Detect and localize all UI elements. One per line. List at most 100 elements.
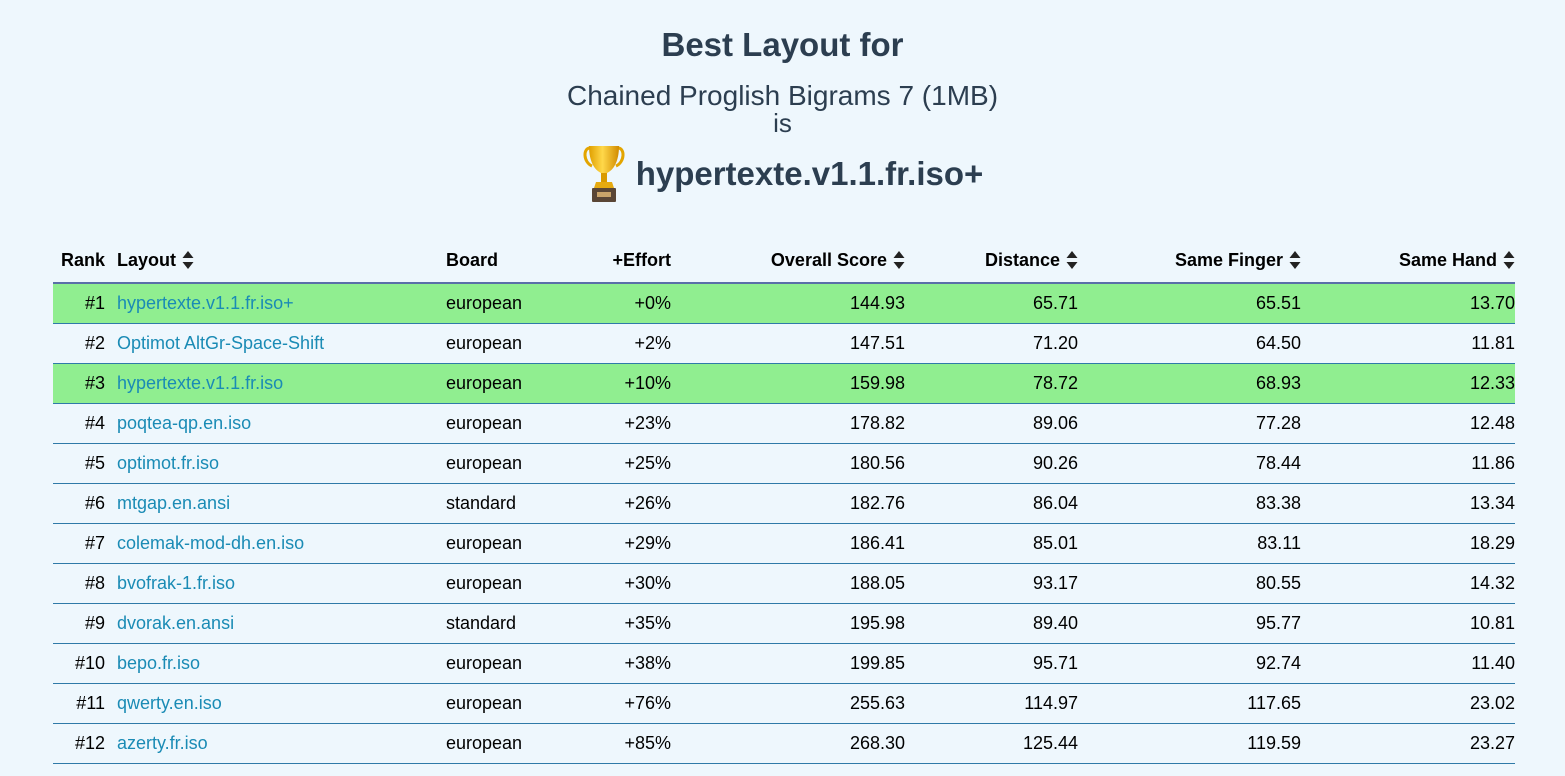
same-hand-cell: 11.86 <box>1301 443 1515 484</box>
same-finger-cell: 117.65 <box>1078 683 1301 724</box>
distance-cell: 89.40 <box>905 603 1078 644</box>
same-hand-cell: 23.27 <box>1301 723 1515 764</box>
layout-link[interactable]: bvofrak-1.fr.iso <box>117 573 235 593</box>
gap-cell <box>105 403 117 444</box>
gap-cell <box>105 523 117 564</box>
same-hand-cell: 12.33 <box>1301 363 1515 404</box>
rank-cell: #6 <box>53 483 105 524</box>
layout-link[interactable]: hypertexte.v1.1.fr.iso+ <box>117 293 294 313</box>
same-hand-cell: 13.34 <box>1301 483 1515 524</box>
board-cell: european <box>446 643 556 684</box>
layout-link[interactable]: azerty.fr.iso <box>117 733 208 753</box>
effort-cell: +30% <box>556 563 671 604</box>
layout-link[interactable]: optimot.fr.iso <box>117 453 219 473</box>
distance-cell: 93.17 <box>905 563 1078 604</box>
layout-cell: hypertexte.v1.1.fr.iso <box>117 363 446 404</box>
table-row: #4 poqtea-qp.en.iso european +23% 178.82 89.0… <box>53 403 1515 444</box>
layout-cell: qwerty.en.iso <box>117 683 446 724</box>
winner-layout-name: hypertexte.v1.1.fr.iso+ <box>635 155 984 192</box>
same-hand-cell: 18.29 <box>1301 523 1515 564</box>
table-row: #7 colemak-mod-dh.en.iso european +29% 186.4… <box>53 523 1515 564</box>
board-cell: european <box>446 523 556 564</box>
board-cell: european <box>446 443 556 484</box>
layout-link[interactable]: colemak-mod-dh.en.iso <box>117 533 304 553</box>
effort-cell: +85% <box>556 723 671 764</box>
column-header-same-finger[interactable]: Same Finger <box>1078 238 1301 284</box>
gap-cell <box>105 563 117 604</box>
sort-updown-icon[interactable] <box>893 250 905 270</box>
overall-score-cell: 182.76 <box>671 483 905 524</box>
layout-link[interactable]: hypertexte.v1.1.fr.iso <box>117 373 283 393</box>
board-cell: european <box>446 683 556 724</box>
column-header-effort: +Effort <box>556 238 671 284</box>
board-cell: european <box>446 283 556 324</box>
same-finger-cell: 65.51 <box>1078 283 1301 324</box>
overall-score-cell: 188.05 <box>671 563 905 604</box>
column-gap <box>105 238 117 284</box>
column-header-layout[interactable]: Layout <box>117 238 446 284</box>
overall-score-cell: 195.98 <box>671 603 905 644</box>
layout-cell: poqtea-qp.en.iso <box>117 403 446 444</box>
table-row: #8 bvofrak-1.fr.iso european +30% 188.05 93.1… <box>53 563 1515 604</box>
effort-cell: +0% <box>556 283 671 324</box>
overall-score-cell: 186.41 <box>671 523 905 564</box>
same-finger-cell: 83.38 <box>1078 483 1301 524</box>
table-row: #10 bepo.fr.iso european +38% 199.85 95.71 92.… <box>53 643 1515 684</box>
layout-link[interactable]: dvorak.en.ansi <box>117 613 234 633</box>
same-hand-cell: 11.81 <box>1301 323 1515 364</box>
sort-updown-icon[interactable] <box>1289 250 1301 270</box>
same-finger-cell: 78.44 <box>1078 443 1301 484</box>
same-hand-cell: 11.40 <box>1301 643 1515 684</box>
same-finger-cell: 64.50 <box>1078 323 1301 364</box>
layout-cell: azerty.fr.iso <box>117 723 446 764</box>
same-finger-cell: 68.93 <box>1078 363 1301 404</box>
layout-link[interactable]: bepo.fr.iso <box>117 653 200 673</box>
column-header-overall-score-label: Overall Score <box>770 249 887 270</box>
effort-cell: +38% <box>556 643 671 684</box>
gap-cell <box>105 323 117 364</box>
column-header-distance[interactable]: Distance <box>905 238 1078 284</box>
overall-score-cell: 178.82 <box>671 403 905 444</box>
overall-score-cell: 147.51 <box>671 323 905 364</box>
board-cell: european <box>446 563 556 604</box>
layout-cell: bepo.fr.iso <box>117 643 446 684</box>
column-header-same-hand[interactable]: Same Hand <box>1301 238 1515 284</box>
same-finger-cell: 92.74 <box>1078 643 1301 684</box>
rank-cell: #2 <box>53 323 105 364</box>
rank-cell: #10 <box>53 643 105 684</box>
distance-cell: 65.71 <box>905 283 1078 324</box>
board-cell: european <box>446 323 556 364</box>
sort-updown-icon[interactable] <box>1503 250 1515 270</box>
table-row: #11 qwerty.en.iso european +76% 255.63 114.97… <box>53 683 1515 724</box>
same-hand-cell: 10.81 <box>1301 603 1515 644</box>
same-finger-cell: 83.11 <box>1078 523 1301 564</box>
sort-updown-icon[interactable] <box>182 250 194 270</box>
overall-score-cell: 255.63 <box>671 683 905 724</box>
layout-link[interactable]: Optimot AltGr-Space-Shift <box>117 333 324 353</box>
layout-link[interactable]: qwerty.en.iso <box>117 693 222 713</box>
connector-text: is <box>773 108 792 138</box>
column-header-overall-score[interactable]: Overall Score <box>671 238 905 284</box>
gap-cell <box>105 283 117 324</box>
column-header-board: Board <box>446 238 556 284</box>
board-cell: standard <box>446 603 556 644</box>
effort-cell: +23% <box>556 403 671 444</box>
layout-cell: bvofrak-1.fr.iso <box>117 563 446 604</box>
table-header: Rank Layout Board +Effort Overall Score … <box>53 238 1515 284</box>
distance-cell: 125.44 <box>905 723 1078 764</box>
layout-cell: optimot.fr.iso <box>117 443 446 484</box>
rank-cell: #3 <box>53 363 105 404</box>
effort-cell: +26% <box>556 483 671 524</box>
same-finger-cell: 77.28 <box>1078 403 1301 444</box>
rank-cell: #7 <box>53 523 105 564</box>
layout-link[interactable]: mtgap.en.ansi <box>117 493 230 513</box>
results-table: Rank Layout Board +Effort Overall Score … <box>53 238 1515 764</box>
layout-link[interactable]: poqtea-qp.en.iso <box>117 413 251 433</box>
table-row: #5 optimot.fr.iso european +25% 180.56 90.26 7… <box>53 443 1515 484</box>
sort-updown-icon[interactable] <box>1066 250 1078 270</box>
board-cell: european <box>446 363 556 404</box>
column-header-same-hand-label: Same Hand <box>1398 249 1497 270</box>
gap-cell <box>105 723 117 764</box>
overall-score-cell: 180.56 <box>671 443 905 484</box>
same-hand-cell: 13.70 <box>1301 283 1515 324</box>
